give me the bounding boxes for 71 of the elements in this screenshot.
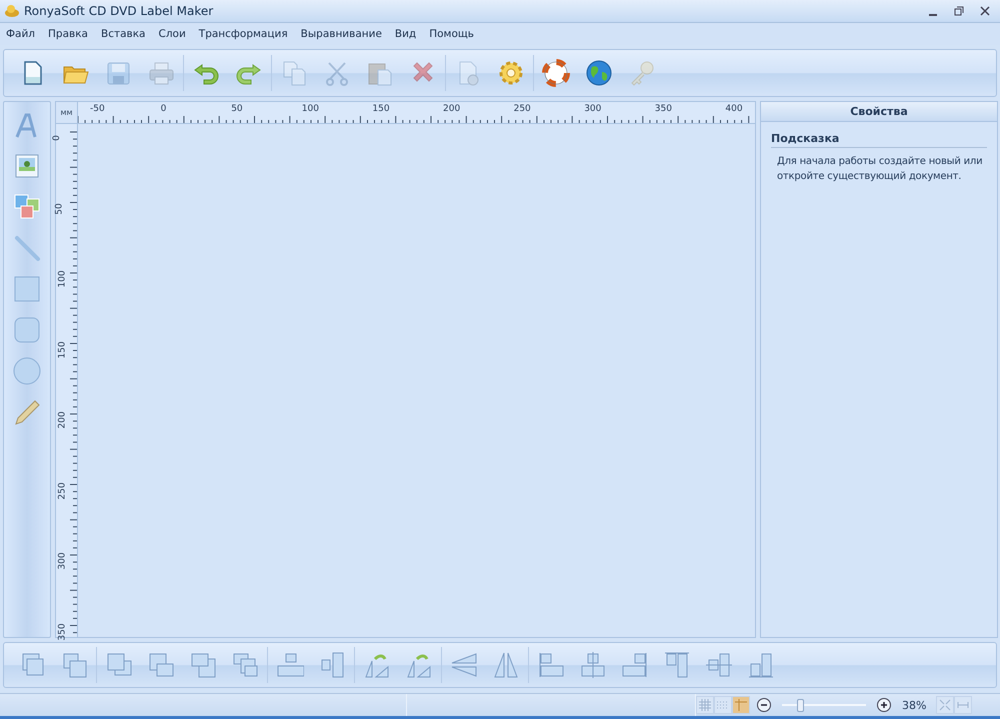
section-title: Подсказка <box>771 132 987 148</box>
view-toggle[interactable] <box>714 696 732 714</box>
dots-grid-icon <box>717 699 729 711</box>
ruler-label: -50 <box>90 104 105 114</box>
align-middle-icon <box>705 651 733 679</box>
ruler-label: 200 <box>443 104 460 114</box>
fit-page-button[interactable] <box>936 696 954 714</box>
settings-icon <box>497 59 525 87</box>
menu-item[interactable]: Слои <box>158 28 186 40</box>
bring-forward-icon <box>147 651 175 679</box>
ruler-label: 100 <box>302 104 319 114</box>
menu-item[interactable]: Трансформация <box>198 28 288 40</box>
hint-text: Для начала работы создайте новый или откройте существующий документ. <box>777 155 984 184</box>
restore-icon <box>954 6 964 16</box>
align-left-icon <box>537 651 565 679</box>
fit-width-icon <box>957 699 970 711</box>
zoom-in-button[interactable] <box>876 697 892 713</box>
flip-vertical-icon <box>450 651 478 679</box>
fit-width-button[interactable] <box>954 696 972 714</box>
lifebuoy-icon <box>542 59 570 87</box>
rounded-rectangle-tool-icon <box>13 316 41 344</box>
close-icon <box>980 6 990 16</box>
ruler-label: 300 <box>584 104 602 114</box>
fit-page-icon <box>939 699 952 711</box>
align-top-icon <box>663 651 691 679</box>
ruler-label: 100 <box>58 270 68 288</box>
ruler-label: 0 <box>52 135 62 141</box>
ruler-label: 0 <box>160 104 166 114</box>
grid-icon <box>699 699 711 711</box>
ruler-label: 250 <box>514 104 531 114</box>
menu-item[interactable]: Выравнивание <box>300 28 382 40</box>
send-backward-icon <box>189 651 217 679</box>
ruler-label: 200 <box>58 411 68 429</box>
globe-icon <box>585 59 613 87</box>
center-horizontally-icon <box>276 651 304 679</box>
menu-item[interactable]: Правка <box>48 28 88 40</box>
ruler-label: 150 <box>58 340 68 358</box>
menu-item[interactable]: Вид <box>394 28 416 40</box>
ruler-label: 250 <box>58 482 68 500</box>
panel-title: Свойства <box>761 102 997 122</box>
rectangle-tool-icon <box>13 275 41 303</box>
menu-item[interactable]: Файл <box>6 28 36 40</box>
ruler-label: 50 <box>231 104 243 114</box>
ruler-label: 300 <box>58 552 68 570</box>
minimize-icon <box>928 14 938 16</box>
menu-item[interactable]: Вставка <box>100 28 146 40</box>
toolbar-button[interactable] <box>539 56 573 90</box>
pencil-icon <box>13 398 41 426</box>
flip-horizontal-icon <box>492 651 520 679</box>
window-title: RonyaSoft CD DVD Label Maker <box>24 4 214 18</box>
ruler-label: 400 <box>725 104 743 114</box>
pictures-icon <box>13 193 41 221</box>
menu-item[interactable]: Помощь <box>429 28 474 40</box>
line-tool-icon <box>13 234 41 262</box>
ruler-label: 350 <box>58 622 68 640</box>
app-icon <box>4 3 20 19</box>
zoom-slider-thumb[interactable] <box>796 698 804 712</box>
picture-icon <box>13 152 41 180</box>
ruler-label: 150 <box>372 104 390 114</box>
view-toggle[interactable] <box>696 696 714 714</box>
align-center-icon <box>579 651 607 679</box>
send-to-back-icon <box>231 651 259 679</box>
ellipse-tool-icon <box>13 357 41 385</box>
view-toggle[interactable] <box>732 696 750 714</box>
zoom-out-button[interactable] <box>756 697 772 713</box>
align-right-icon <box>621 651 649 679</box>
guides-icon <box>735 699 747 711</box>
align-bottom-icon <box>747 651 775 679</box>
ruler-label: 50 <box>54 202 65 214</box>
zoom-percent: 38% <box>902 698 926 712</box>
ruler-label: 350 <box>654 104 672 114</box>
